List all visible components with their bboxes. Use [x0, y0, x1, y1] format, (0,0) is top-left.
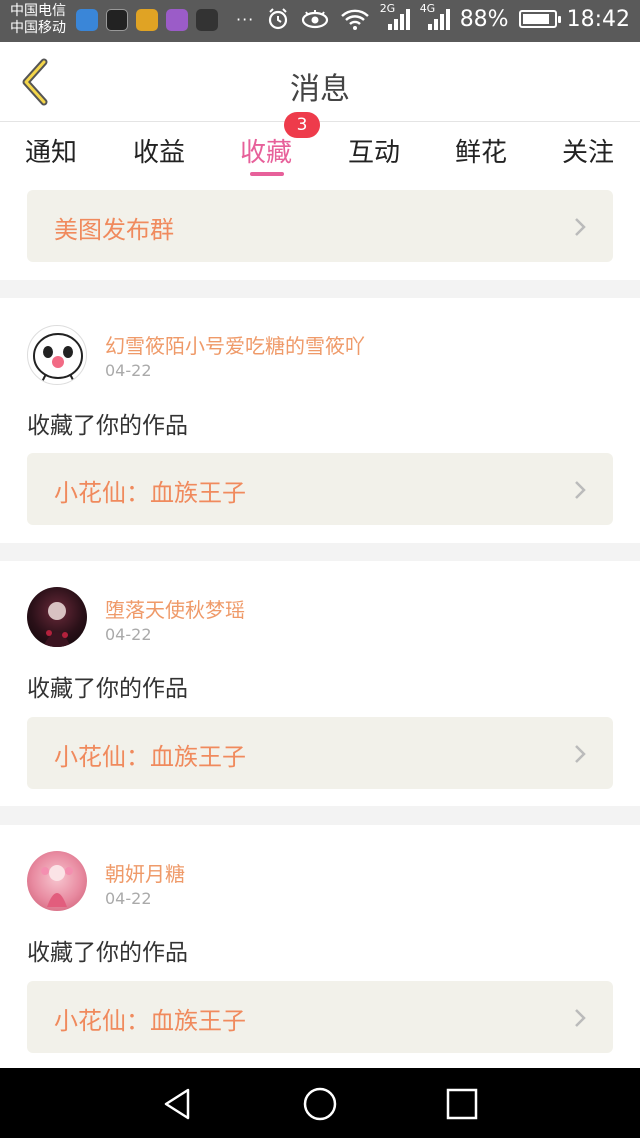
map-pin-app-icon: [76, 9, 98, 31]
tab-bar: 通知 收益 收藏 互动 鲜花 关注: [0, 122, 640, 182]
net-4g-label: 4G: [419, 2, 436, 15]
signal-2g-icon: 2G: [380, 2, 410, 32]
work-title: 小花仙：血族王子: [54, 479, 246, 507]
signal-4g-icon: 4G: [420, 2, 450, 32]
eye-comfort-icon: [301, 10, 328, 29]
status-bar: 中国电信 中国移动 ··· 2G 4G 88% 18:42: [0, 0, 640, 42]
tab-follows[interactable]: 关注: [543, 132, 633, 169]
wifi-icon: [340, 9, 369, 30]
notification-date: 04-22: [105, 889, 152, 908]
tab-flowers[interactable]: 鲜花: [436, 132, 526, 169]
notification-icons: [76, 9, 218, 31]
work-link-button[interactable]: 小花仙：血族王子: [27, 981, 613, 1053]
carrier-info: 中国电信 中国移动: [10, 3, 66, 37]
battery-fill: [522, 14, 549, 24]
chevron-right-icon: [575, 745, 586, 763]
app-header: 消息: [0, 42, 640, 122]
tab-interactions[interactable]: 互动: [329, 132, 419, 169]
work-link-button[interactable]: 小花仙：血族王子: [27, 717, 613, 789]
username[interactable]: 幻雪筱陌小号爱吃糖的雪筱吖: [105, 330, 365, 359]
carrier-2: 中国移动: [10, 20, 66, 36]
avatar[interactable]: [27, 851, 87, 911]
active-tab-indicator: [250, 172, 284, 176]
action-text: 收藏了你的作品: [27, 676, 188, 702]
chevron-right-icon: [575, 481, 586, 499]
chevron-right-icon: [575, 1009, 586, 1027]
avatar[interactable]: [27, 325, 87, 385]
gift-app-icon: [136, 9, 158, 31]
username[interactable]: 堕落天使秋梦瑶: [105, 594, 245, 623]
avatar-cartoon-image: [33, 333, 83, 383]
notification-date: 04-22: [105, 625, 152, 644]
username[interactable]: 朝妍月糖: [105, 858, 185, 887]
clock: 18:42: [566, 6, 630, 32]
alarm-icon: [268, 8, 287, 30]
avatar-dark-angel-image: [43, 602, 71, 647]
tab-earnings[interactable]: 收益: [114, 132, 204, 169]
notification-item: 朝妍月糖 04-22 收藏了你的作品 小花仙：血族王子: [0, 825, 640, 1068]
battery-icon: [518, 10, 561, 28]
status-right: 2G 4G 88% 18:42: [266, 2, 630, 32]
group-link-label: 美图发布群: [54, 216, 174, 244]
action-text: 收藏了你的作品: [27, 413, 188, 439]
work-title: 小花仙：血族王子: [54, 1007, 246, 1035]
battery-percent: 88%: [459, 6, 509, 32]
gallery-app-icon: [166, 9, 188, 31]
notification-date: 04-22: [105, 361, 152, 380]
page-title: 消息: [290, 72, 350, 107]
action-text: 收藏了你的作品: [27, 940, 188, 966]
work-title: 小花仙：血族王子: [54, 743, 246, 771]
notification-item: 幻雪筱陌小号爱吃糖的雪筱吖 04-22 收藏了你的作品 小花仙：血族王子: [0, 298, 640, 543]
nav-back-icon[interactable]: [158, 1084, 198, 1124]
system-nav-bar: [0, 1068, 640, 1138]
camera-app-icon: [196, 9, 218, 31]
net-2g-label: 2G: [379, 2, 396, 15]
tab-notifications[interactable]: 通知: [6, 132, 96, 169]
notification-item: 堕落天使秋梦瑶 04-22 收藏了你的作品 小花仙：血族王子: [0, 561, 640, 806]
group-section: 美图发布群: [0, 182, 640, 280]
nav-home-icon[interactable]: [300, 1084, 340, 1124]
group-link-button[interactable]: 美图发布群: [27, 190, 613, 262]
more-notifications-dots: ···: [236, 10, 255, 29]
carrier-1: 中国电信: [10, 3, 66, 19]
cam-app-icon: [106, 9, 128, 31]
work-link-button[interactable]: 小花仙：血族王子: [27, 453, 613, 525]
avatar-flower-fairy-image: [41, 865, 73, 907]
avatar[interactable]: [27, 587, 87, 647]
chevron-right-icon: [575, 218, 586, 236]
nav-recents-icon[interactable]: [442, 1084, 482, 1124]
favorites-count-badge: 3: [284, 112, 320, 138]
